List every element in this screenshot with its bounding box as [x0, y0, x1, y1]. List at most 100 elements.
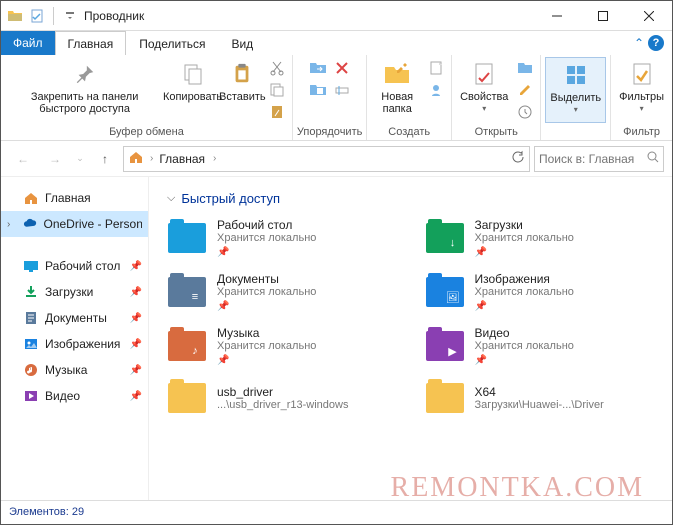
easy-access-button[interactable] — [425, 79, 447, 101]
item-name: Изображения — [475, 272, 574, 286]
new-folder-button[interactable]: Новая папка — [371, 57, 423, 123]
up-button[interactable]: ↑ — [91, 145, 119, 173]
sidebar-item-desktop[interactable]: Рабочий стол📌 — [1, 253, 148, 279]
select-button[interactable]: Выделить▾ — [545, 57, 606, 123]
item-count-value: 29 — [72, 506, 84, 518]
recent-dropdown[interactable]: ⌄ — [73, 145, 87, 173]
pin-quick-access-button[interactable]: Закрепить на панели быстрого доступа — [5, 57, 164, 123]
new-item-button[interactable] — [425, 57, 447, 79]
list-item[interactable]: Рабочий стол Хранится локально 📌 — [167, 218, 407, 258]
copy-icon — [181, 59, 205, 89]
sidebar-item-pictures[interactable]: Изображения📌 — [1, 331, 148, 357]
titlebar: Проводник — [1, 1, 672, 31]
open-group-label: Открыть — [456, 125, 536, 140]
pin-icon: 📌 — [130, 287, 142, 298]
create-group-label: Создать — [371, 125, 447, 140]
body: Главная › OneDrive - Personal Рабочий ст… — [1, 177, 672, 500]
item-name: X64 — [475, 385, 604, 399]
list-item[interactable]: ≡ Документы Хранится локально 📌 — [167, 272, 407, 312]
sidebar-item-downloads[interactable]: Загрузки📌 — [1, 279, 148, 305]
copy-button[interactable]: Копировать — [166, 57, 219, 123]
item-sub: Хранится локально — [217, 340, 316, 352]
refresh-button[interactable] — [511, 150, 525, 167]
qat-dropdown-icon[interactable] — [60, 6, 80, 26]
folder-icon — [425, 380, 465, 416]
sidebar-item-home[interactable]: Главная — [1, 185, 148, 211]
list-item[interactable]: ♪ Музыка Хранится локально 📌 — [167, 326, 407, 366]
pin-icon: 📌 — [130, 261, 142, 272]
delete-button[interactable] — [331, 57, 353, 79]
folder-icon: ▶ — [425, 328, 465, 364]
folder-icon: ♪ — [167, 328, 207, 364]
copy-to-button[interactable] — [307, 79, 329, 101]
open-button[interactable] — [514, 57, 536, 79]
collapse-ribbon-icon[interactable]: ⌃ — [634, 36, 644, 50]
help-icon[interactable]: ? — [648, 35, 664, 51]
rename-button[interactable] — [331, 79, 353, 101]
item-name: usb_driver — [217, 385, 348, 399]
select-icon — [564, 60, 588, 90]
item-sub: Загрузки\Huawei-...\Driver — [475, 399, 604, 411]
back-button[interactable]: ← — [9, 145, 37, 173]
filters-button[interactable]: Фильтры▾ — [615, 57, 668, 123]
close-button[interactable] — [626, 1, 672, 31]
folder-icon — [5, 6, 25, 26]
status-bar: Элементов: 29 — [1, 500, 672, 522]
edit-button[interactable] — [514, 79, 536, 101]
sidebar-item-onedrive[interactable]: › OneDrive - Personal — [1, 211, 148, 237]
filters-icon — [631, 59, 653, 89]
forward-button[interactable]: → — [41, 145, 69, 173]
sidebar-item-music[interactable]: Музыка📌 — [1, 357, 148, 383]
folder-icon: ↓ — [425, 220, 465, 256]
quick-access-header[interactable]: ⌵ Быстрый доступ — [167, 191, 664, 206]
minimize-button[interactable] — [534, 1, 580, 31]
pin-icon: 📌 — [130, 313, 142, 324]
list-item[interactable]: ▶ Видео Хранится локально 📌 — [425, 326, 665, 366]
copy-path-button[interactable] — [266, 79, 288, 101]
maximize-button[interactable] — [580, 1, 626, 31]
qat-properties-icon[interactable] — [27, 6, 47, 26]
cut-button[interactable] — [266, 57, 288, 79]
pin-icon: 📌 — [217, 301, 229, 312]
history-button[interactable] — [514, 101, 536, 123]
list-item[interactable]: X64 Загрузки\Huawei-...\Driver — [425, 380, 665, 416]
item-sub: Хранится локально — [217, 232, 316, 244]
item-name: Документы — [217, 272, 316, 286]
tab-view[interactable]: Вид — [218, 31, 266, 55]
organize-group-label: Упорядочить — [297, 125, 362, 140]
item-sub: Хранится локально — [217, 286, 316, 298]
pin-icon: 📌 — [475, 247, 487, 258]
list-item[interactable]: usb_driver ...\usb_driver_r13-windows — [167, 380, 407, 416]
ribbon: Закрепить на панели быстрого доступа Коп… — [1, 55, 672, 141]
pin-icon: 📌 — [130, 339, 142, 350]
tab-home[interactable]: Главная — [55, 31, 127, 55]
list-item[interactable]: ↓ Загрузки Хранится локально 📌 — [425, 218, 665, 258]
item-name: Видео — [475, 326, 574, 340]
tab-file[interactable]: Файл — [1, 31, 55, 55]
nav-sidebar: Главная › OneDrive - Personal Рабочий ст… — [1, 177, 149, 500]
paste-button[interactable]: Вставить — [221, 57, 264, 123]
list-item[interactable]: 🖼 Изображения Хранится локально 📌 — [425, 272, 665, 312]
new-folder-icon — [383, 59, 411, 89]
search-box[interactable] — [534, 146, 664, 172]
content-area: ⌵ Быстрый доступ Рабочий стол Хранится л… — [149, 177, 672, 500]
search-input[interactable] — [539, 152, 647, 166]
breadcrumb[interactable]: Главная› — [159, 152, 216, 166]
item-name: Рабочий стол — [217, 218, 316, 232]
chevron-right-icon[interactable]: › — [7, 219, 10, 230]
navbar: ← → ⌄ ↑ › Главная› — [1, 141, 672, 177]
tab-share[interactable]: Поделиться — [126, 31, 218, 55]
item-count-label: Элементов: — [9, 506, 69, 518]
item-name: Музыка — [217, 326, 316, 340]
sidebar-item-videos[interactable]: Видео📌 — [1, 383, 148, 409]
move-to-button[interactable] — [307, 57, 329, 79]
ribbon-tabs: Файл Главная Поделиться Вид ⌃ ? — [1, 31, 672, 55]
home-icon — [128, 149, 144, 168]
paste-icon — [231, 59, 253, 89]
item-sub: ...\usb_driver_r13-windows — [217, 399, 348, 411]
paste-shortcut-button[interactable] — [266, 101, 288, 123]
properties-button[interactable]: Свойства▾ — [456, 57, 512, 123]
clipboard-group-label: Буфер обмена — [5, 125, 288, 140]
address-bar[interactable]: › Главная› — [123, 146, 530, 172]
sidebar-item-documents[interactable]: Документы📌 — [1, 305, 148, 331]
